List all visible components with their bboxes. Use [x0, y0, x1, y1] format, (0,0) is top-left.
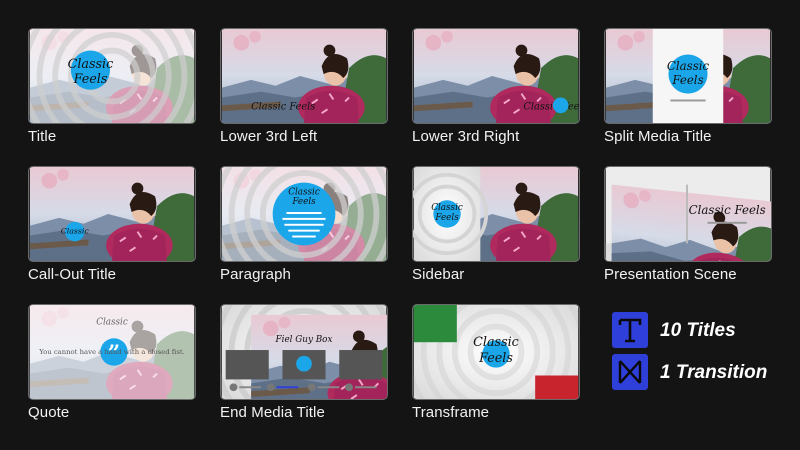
title-T-icon — [612, 312, 648, 348]
template-label: Title — [28, 128, 57, 145]
template-label: Lower 3rd Right — [412, 128, 520, 145]
template-presentation-scene[interactable]: Classic Feels Presentation Scene — [604, 166, 772, 283]
brand-text-line1: Classic — [473, 334, 519, 349]
brand-text: Classic Feels — [251, 101, 315, 112]
brand-text-line1: Classic — [68, 56, 114, 71]
template-thumbnail: Classic ” You cannot have a hand with a … — [28, 304, 196, 400]
brand-text: Classic Feels — [523, 101, 579, 112]
template-title[interactable]: Classic Feels Title — [28, 28, 196, 145]
titles-count: 10 Titles — [660, 320, 736, 341]
template-lower-3rd-left[interactable]: Classic Feels Lower 3rd Left — [220, 28, 388, 145]
template-thumbnail: Classic Feels — [220, 28, 388, 124]
template-sidebar[interactable]: Classic Feels Sidebar — [412, 166, 580, 283]
end-title-text: Fiel Guy Box — [275, 335, 333, 345]
brand-text-line1: Classic — [431, 203, 463, 213]
template-label: Paragraph — [220, 266, 291, 283]
template-thumbnail: Classic Feels — [412, 304, 580, 400]
template-thumbnail: Classic Feels — [604, 28, 772, 124]
brand-text-line1: Classic — [288, 187, 320, 197]
template-transframe[interactable]: Classic Feels Transframe — [412, 304, 580, 421]
template-thumbnail: Classic Feels — [220, 166, 388, 262]
transitions-count: 1 Transition — [660, 362, 768, 383]
brand-text-line1: Classic — [61, 227, 90, 236]
template-label: Presentation Scene — [604, 266, 737, 283]
template-thumbnail: Classic — [28, 166, 196, 262]
template-call-out-title[interactable]: Classic Call-Out Title — [28, 166, 196, 283]
template-thumbnail: Classic Feels — [412, 166, 580, 262]
brand-text: Classic Feels — [689, 203, 766, 217]
brand-text-line2: Feels — [671, 73, 703, 87]
template-label: End Media Title — [220, 404, 325, 421]
template-label: Sidebar — [412, 266, 465, 283]
brand-text-line2: Feels — [478, 350, 513, 365]
template-paragraph[interactable]: Classic Feels Paragraph — [220, 166, 388, 283]
template-quote[interactable]: Classic ” You cannot have a hand with a … — [28, 304, 196, 421]
brand-text-line2: Feels — [291, 197, 316, 207]
template-label: Split Media Title — [604, 128, 712, 145]
template-lower-3rd-right[interactable]: Classic Feels Lower 3rd Right — [412, 28, 580, 145]
template-label: Call-Out Title — [28, 266, 117, 283]
template-thumbnail: Classic Feels — [412, 28, 580, 124]
template-label: Transframe — [412, 404, 490, 421]
template-thumbnail: Classic Feels — [28, 28, 196, 124]
quote-text: You cannot have a hand with a closed fis… — [38, 348, 185, 356]
brand-text-line2: Feels — [434, 213, 459, 223]
brand-text-line1: Classic — [667, 59, 710, 73]
brand-text-line2: Feels — [73, 71, 108, 86]
template-label: Quote — [28, 404, 70, 421]
template-split-media-title[interactable]: Classic Feels Split Media Title — [604, 28, 772, 145]
brand-text-line1: Classic — [96, 318, 128, 328]
template-label: Lower 3rd Left — [220, 128, 318, 145]
template-thumbnail: Classic Feels — [604, 166, 772, 262]
template-end-media-title[interactable]: Fiel Guy Box End Media Title — [220, 304, 388, 421]
bowtie-transition-icon — [612, 354, 648, 390]
template-thumbnail: Fiel Guy Box — [220, 304, 388, 400]
